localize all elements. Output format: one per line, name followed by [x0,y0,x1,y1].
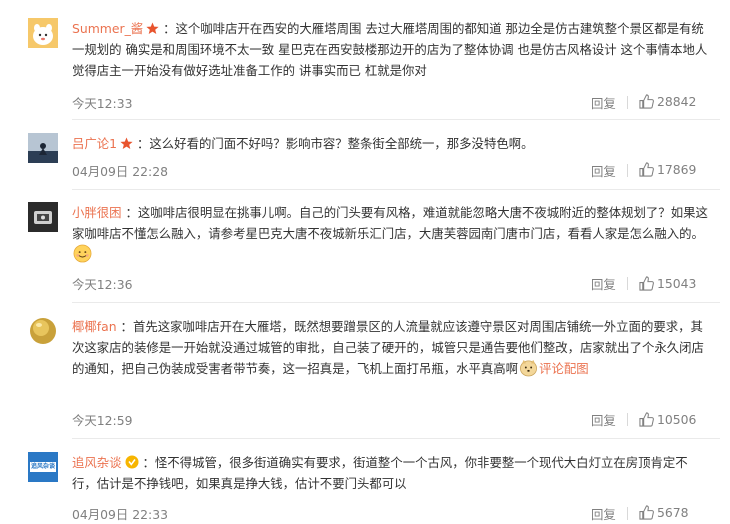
reply-button[interactable]: 回复 [591,94,616,112]
username[interactable]: 追风杂谈 [72,455,122,470]
like-count: 10506 [657,412,697,427]
comment-divider [72,189,720,190]
doge-emoji-icon [519,358,538,377]
username[interactable]: 吕广论1 [72,136,117,151]
avatar[interactable]: 追风杂谈 [28,452,58,482]
comment-text: 怪不得城管，很多街道确实有要求，街道整个一个古风，你非要整一个现代大白灯立在房顶… [72,455,688,491]
like-icon[interactable] [639,412,654,427]
reply-button[interactable]: 回复 [591,411,616,429]
reply-button[interactable]: 回复 [591,275,616,293]
comment-divider [72,302,720,303]
avatar[interactable] [28,202,58,232]
comment-text-block: Summer_酱 ：这个咖啡店开在西安的大雁塔周围 去过大雁塔周围的都知道 那边… [72,20,708,78]
timestamp: 04月09日 22:28 [72,164,168,179]
vip-badge-icon [146,20,159,34]
like-icon[interactable] [639,276,654,291]
comment-text-block: 椰椰fan ：首先这家咖啡店开在大雁塔，既然想要蹭景区的人流量就应该遵守景区对周… [72,319,704,377]
like-count: 28842 [657,94,697,109]
verified-badge-icon [125,454,139,469]
smiley-emoji-icon [73,244,92,263]
like-icon[interactable] [639,94,654,109]
avatar[interactable] [28,316,58,346]
avatar[interactable] [28,18,58,48]
avatar[interactable] [28,133,58,163]
comment-divider [72,119,720,120]
divider [627,164,628,177]
comment-text: 这么好看的门面不好吗？影响市容？整条街全部统一，那多没特色啊。 [149,136,534,151]
divider [627,277,628,290]
like-count: 5678 [657,505,689,520]
divider [627,507,628,520]
username[interactable]: Summer_酱 [72,21,143,36]
timestamp: 今天12:33 [72,96,133,111]
like-count: 15043 [657,276,697,291]
like-count: 17869 [657,162,697,177]
timestamp: 04月09日 22:33 [72,507,168,522]
comment-image-link[interactable]: 评论配图 [539,361,589,376]
like-icon[interactable] [639,505,654,520]
timestamp: 今天12:36 [72,277,133,292]
divider [627,413,628,426]
comment-divider [72,438,720,439]
comment-text-block: 吕广论1 ：这么好看的门面不好吗？影响市容？整条街全部统一，那多没特色啊。 [72,135,534,151]
divider [627,96,628,109]
vip-badge-icon [120,135,133,149]
username[interactable]: 椰椰fan [72,319,117,334]
reply-button[interactable]: 回复 [591,505,616,523]
comment-text-block: 追风杂谈 ：怪不得城管，很多街道确实有要求，街道整个一个古风，你非要整一个现代大… [72,454,688,491]
comment-text: 这咖啡店很明显在挑事儿啊。自己的门头要有风格，难道就能忽略大唐不夜城附近的整体规… [72,205,708,241]
timestamp: 今天12:59 [72,413,133,428]
like-icon[interactable] [639,162,654,177]
username[interactable]: 小胖很困 [72,205,122,220]
comment-text-block: 小胖很困 ：这咖啡店很明显在挑事儿啊。自己的门头要有风格，难道就能忽略大唐不夜城… [72,202,712,265]
avatar-text: 追风杂谈 [30,463,55,470]
comment-text: 首先这家咖啡店开在大雁塔，既然想要蹭景区的人流量就应该遵守景区对周围店铺统一外立… [72,319,704,376]
reply-button[interactable]: 回复 [591,162,616,180]
